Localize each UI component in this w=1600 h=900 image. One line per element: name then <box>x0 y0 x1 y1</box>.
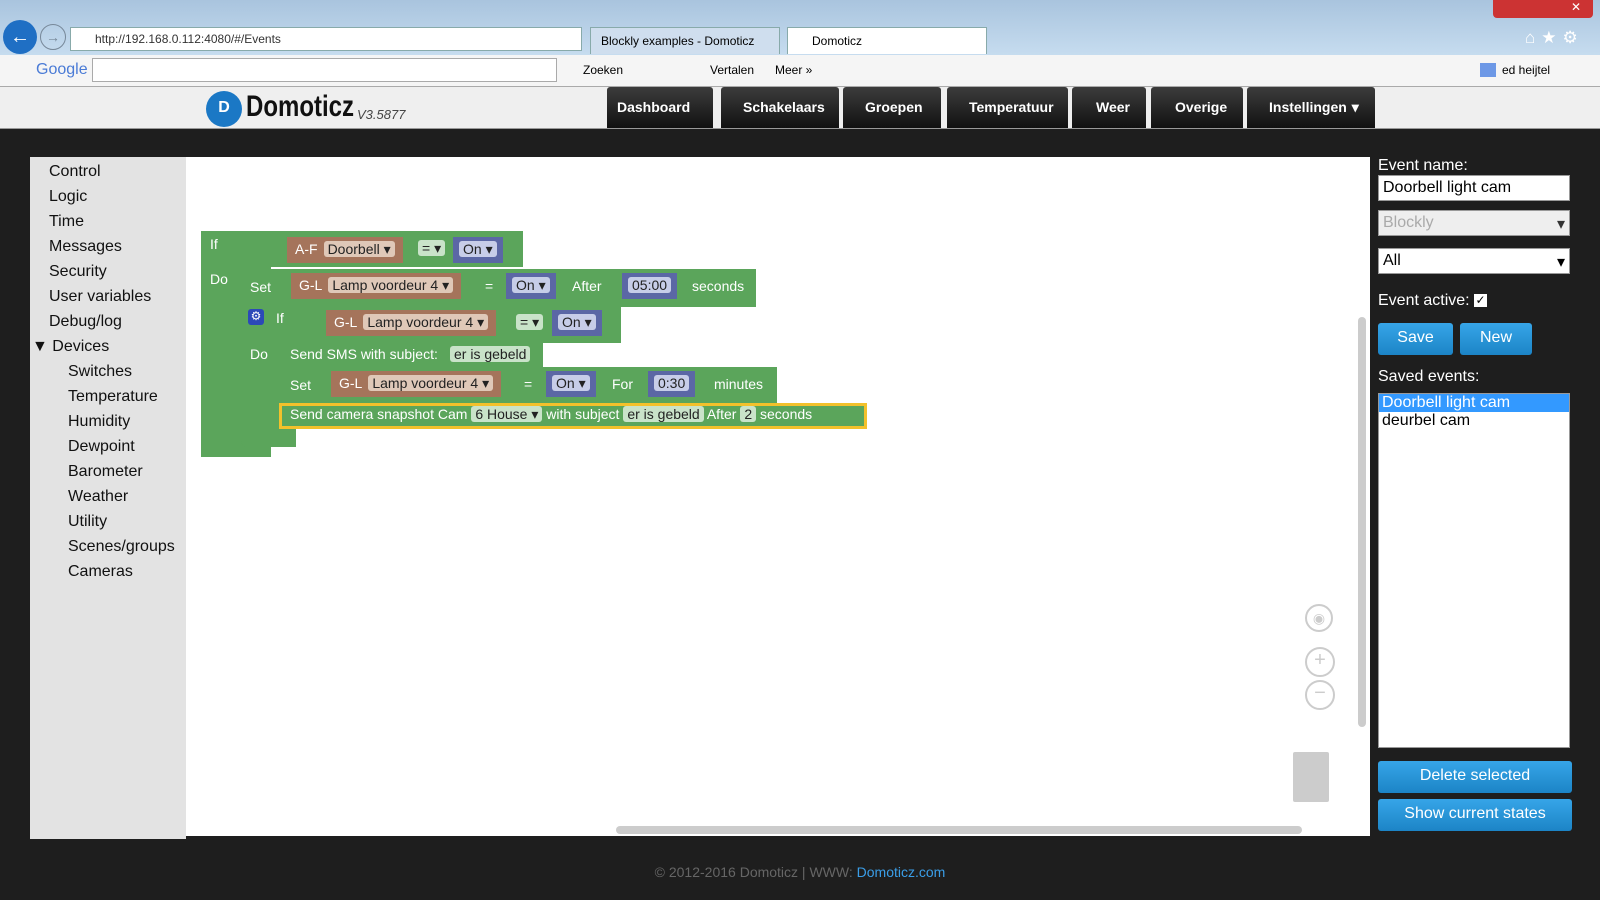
toolbox-scenes-groups[interactable]: Scenes/groups <box>68 538 186 563</box>
equals: = <box>524 376 533 392</box>
device-lamp[interactable]: G-L Lamp voordeur 4 ▾ <box>326 310 497 336</box>
window-close-icon[interactable]: ✕ <box>1493 0 1593 18</box>
user-menu[interactable]: ed heijtel <box>1480 63 1550 77</box>
event-active-checkbox[interactable]: ✓ <box>1474 294 1487 307</box>
domoticz-link[interactable]: Domoticz.com <box>857 864 946 880</box>
tab-domoticz[interactable]: Domoticz <box>787 27 987 54</box>
toolbox-utility[interactable]: Utility <box>68 513 186 538</box>
zoom-out-icon[interactable]: − <box>1305 680 1335 710</box>
menu-instellingen[interactable]: Instellingen ▾ <box>1247 87 1375 128</box>
home-star-gear-icons[interactable]: ⌂★⚙ <box>1525 28 1584 48</box>
equals: = <box>485 278 494 294</box>
tab-blockly-examples[interactable]: Blockly examples - Domoticz <box>590 27 780 54</box>
translate-button[interactable]: Vertalen <box>710 63 754 77</box>
toolbox-cameras[interactable]: Cameras <box>68 563 186 588</box>
state-value[interactable]: On ▾ <box>453 237 503 263</box>
search-button[interactable]: Zoeken <box>583 63 623 77</box>
toolbox-user-variables[interactable]: User variables <box>49 288 186 313</box>
menu-groepen[interactable]: Groepen <box>843 87 941 128</box>
for-label: For <box>612 376 633 392</box>
toolbox-barometer[interactable]: Barometer <box>68 463 186 488</box>
toolbox-control[interactable]: Control <box>49 163 186 188</box>
menu-overige[interactable]: Overige <box>1151 87 1243 128</box>
blockly-toolbox: Control Logic Time Messages Security Use… <box>30 157 186 839</box>
toolbox-logic[interactable]: Logic <box>49 188 186 213</box>
sms-label: Send SMS with subject: <box>290 346 438 362</box>
menu-temperatuur[interactable]: Temperatuur <box>947 87 1068 128</box>
show-current-states-button[interactable]: Show current states <box>1378 799 1572 831</box>
domoticz-logo-icon: D <box>206 91 242 127</box>
set-label: Set <box>250 279 272 295</box>
operator-dropdown[interactable]: = ▾ <box>418 240 446 256</box>
footer: © 2012-2016 Domoticz | WWW: Domoticz.com <box>654 864 946 880</box>
google-logo: Google <box>36 61 88 78</box>
toolbox-devices[interactable]: ▼ Devices <box>32 338 186 363</box>
saved-events-label: Saved events: <box>1378 368 1480 385</box>
operator-dropdown[interactable]: = ▾ <box>516 314 544 330</box>
vertical-scrollbar[interactable] <box>1358 317 1366 727</box>
do-label: Do <box>210 271 228 287</box>
event-name-label: Event name: <box>1378 157 1468 174</box>
toolbox-switches[interactable]: Switches <box>68 363 186 388</box>
toolbox-dewpoint[interactable]: Dewpoint <box>68 438 186 463</box>
version: V3.5877 <box>357 107 406 122</box>
google-toolbar: Google Zoeken Vertalen Meer » ed heijtel <box>0 55 1600 87</box>
event-trigger-select[interactable]: All ▾ <box>1378 248 1570 274</box>
menu-weer[interactable]: Weer <box>1072 87 1146 128</box>
trash-icon[interactable] <box>1293 752 1329 802</box>
google-search-input[interactable] <box>92 58 557 82</box>
delete-selected-button[interactable]: Delete selected <box>1378 761 1572 793</box>
device-lamp[interactable]: G-L Lamp voordeur 4 ▾ <box>291 273 462 299</box>
state-value[interactable]: On ▾ <box>506 273 556 299</box>
toolbox-humidity[interactable]: Humidity <box>68 413 186 438</box>
menu-dashboard[interactable]: Dashboard <box>607 87 713 128</box>
state-value[interactable]: On ▾ <box>552 310 602 336</box>
menu-schakelaars[interactable]: Schakelaars <box>721 87 839 128</box>
sms-subject[interactable]: er is gebeld <box>450 346 531 362</box>
toolbox-temperature[interactable]: Temperature <box>68 388 186 413</box>
horizontal-scrollbar[interactable] <box>616 826 1302 834</box>
recenter-icon[interactable]: ◉ <box>1305 604 1333 632</box>
minutes-label: minutes <box>714 376 764 392</box>
camera-snapshot-text: Send camera snapshot Cam 6 House ▾ with … <box>290 406 813 422</box>
saved-events-list[interactable]: Doorbell light cam deurbel cam <box>1378 393 1570 748</box>
more-button[interactable]: Meer » <box>775 63 812 77</box>
event-name-input[interactable]: Doorbell light cam <box>1378 175 1570 201</box>
save-button[interactable]: Save <box>1378 323 1453 355</box>
if-label: If <box>210 236 218 252</box>
back-icon[interactable]: ← <box>3 20 37 54</box>
do-label: Do <box>250 346 268 362</box>
state-value[interactable]: On ▾ <box>546 371 596 397</box>
camera-dropdown[interactable]: 6 House ▾ <box>471 406 543 422</box>
logo-text: Domoticz <box>246 90 354 123</box>
event-type-select[interactable]: Blockly ▾ <box>1378 210 1570 236</box>
toolbox-security[interactable]: Security <box>49 263 186 288</box>
time-value[interactable]: 0:30 <box>648 371 696 397</box>
seconds-label: seconds <box>692 278 745 294</box>
toolbox-messages[interactable]: Messages <box>49 238 186 263</box>
device-condition[interactable]: A-F Doorbell ▾ <box>287 237 403 263</box>
new-button[interactable]: New <box>1460 323 1532 355</box>
after-label: After <box>572 278 602 294</box>
device-lamp[interactable]: G-L Lamp voordeur 4 ▾ <box>331 371 502 397</box>
event-active-label: Event active: <box>1378 292 1470 309</box>
browser-chrome: ← → http://192.168.0.112:4080/#/Events B… <box>0 0 1600 55</box>
zoom-in-icon[interactable]: + <box>1305 647 1335 677</box>
blockly-workspace[interactable]: If Do A-F Doorbell ▾ = ▾ On ▾ Set G-L Lamp… <box>186 157 1370 836</box>
address-bar[interactable]: http://192.168.0.112:4080/#/Events <box>70 27 582 51</box>
gear-icon[interactable]: ⚙ <box>248 309 264 325</box>
set-label: Set <box>290 377 312 393</box>
time-value[interactable]: 05:00 <box>622 273 678 299</box>
saved-event-item[interactable]: Doorbell light cam <box>1379 394 1569 412</box>
toolbox-weather[interactable]: Weather <box>68 488 186 513</box>
if-label: If <box>276 310 284 326</box>
forward-icon[interactable]: → <box>40 24 66 50</box>
toolbox-debug-log[interactable]: Debug/log <box>49 313 186 338</box>
toolbox-time[interactable]: Time <box>49 213 186 238</box>
saved-event-item[interactable]: deurbel cam <box>1379 412 1569 430</box>
